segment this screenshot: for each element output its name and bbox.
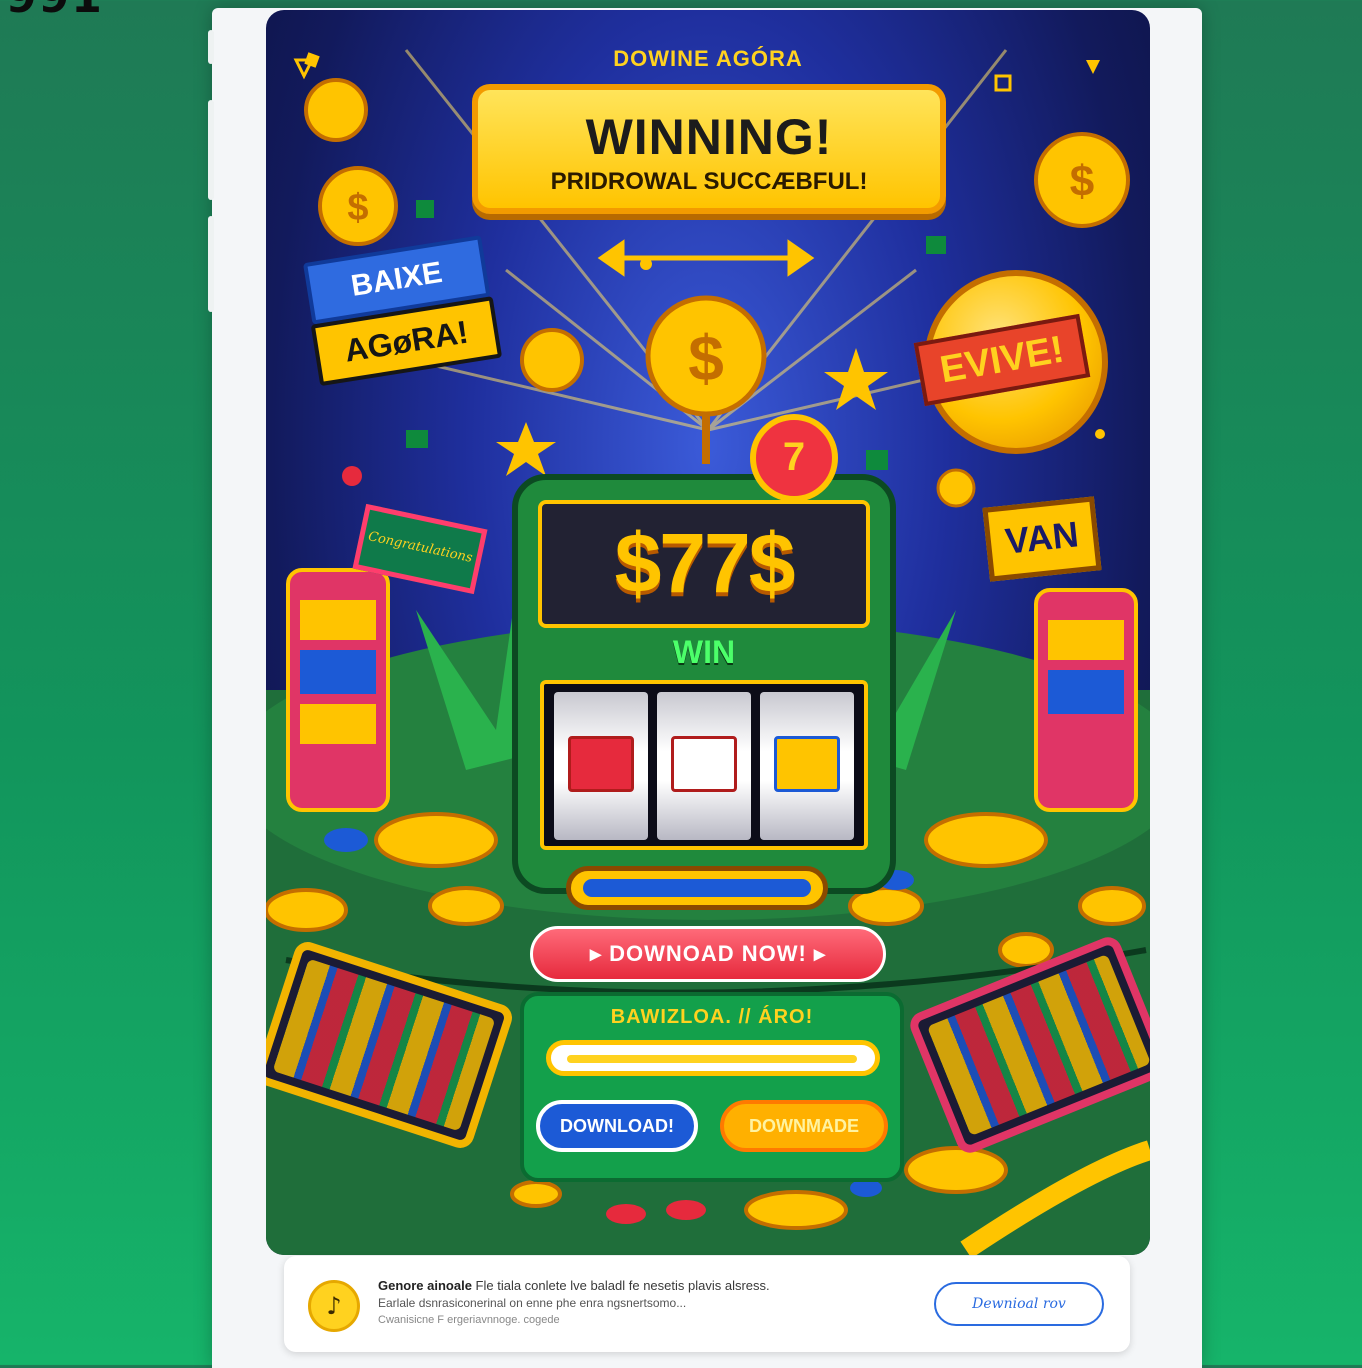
- svg-text:$: $: [347, 187, 368, 229]
- download-button-blue[interactable]: DOWNLOAD!: [536, 1100, 698, 1152]
- win-label: WIN: [672, 634, 736, 670]
- side-button: [208, 100, 214, 200]
- corner-text: 991: [6, 0, 104, 23]
- reel-symbol-icon: [774, 736, 840, 792]
- reel-symbol-icon: [671, 736, 737, 792]
- notification-download-button[interactable]: Dewnioal rov: [934, 1282, 1104, 1326]
- winning-title: WINNING!: [585, 109, 833, 165]
- winning-banner: WINNING! PRIDROWAL SUCCÆBFUL!: [472, 84, 946, 214]
- withdrawal-success-text: PRIDROWAL SUCCÆBFUL!: [550, 168, 868, 195]
- reel-symbol-icon: [568, 736, 634, 792]
- reel: [554, 692, 648, 840]
- download-now-button[interactable]: ▸ DOWNOAD NOW! ▸: [530, 926, 886, 982]
- progress-field[interactable]: [546, 1040, 880, 1076]
- panel-title: BAWIZLOA. // ÁRO!: [610, 1006, 814, 1028]
- music-note-icon: ♪: [308, 1280, 360, 1332]
- download-panel: BAWIZLOA. // ÁRO! DOWNLOAD! DOWNMADE: [520, 992, 904, 1182]
- notification-body: Earlale dsnrasiconerinal on enne phe enr…: [378, 1296, 687, 1310]
- top-label: DOWINE AGÓRA: [613, 46, 803, 71]
- notification-bar: ♪ Genore ainoale Fle tiala conlete lve b…: [284, 1256, 1130, 1352]
- van-sign: VAN: [982, 496, 1102, 582]
- notification-meta: Cwanisicne F ergeriavnnoge. cogede: [378, 1314, 560, 1326]
- notification-app-name: Genore ainoale: [378, 1278, 472, 1293]
- slot-lever: [566, 866, 828, 910]
- side-button: [208, 30, 214, 64]
- notification-title: Genore ainoale Fle tiala conlete lve bal…: [378, 1278, 770, 1293]
- progress-fill: [567, 1055, 857, 1063]
- slot-machine: $77$ WIN: [512, 474, 896, 894]
- notification-title-text: Fle tiala conlete lve baladl fe nesetis …: [475, 1278, 770, 1293]
- svg-text:$: $: [688, 322, 724, 394]
- reel: [657, 692, 751, 840]
- seven-badge: 7: [750, 414, 838, 502]
- promo-poster: $ $ $ DOWINE AGÓRA WINNING! PRIDROWAL SU…: [266, 10, 1150, 1255]
- lever-track: [583, 879, 811, 897]
- svg-text:$: $: [1070, 157, 1094, 206]
- download-button-orange[interactable]: DOWNMADE: [720, 1100, 888, 1152]
- side-button: [208, 216, 214, 312]
- reel: [760, 692, 854, 840]
- slot-jackpot-display: $77$: [538, 500, 870, 628]
- reel-window: [540, 680, 868, 850]
